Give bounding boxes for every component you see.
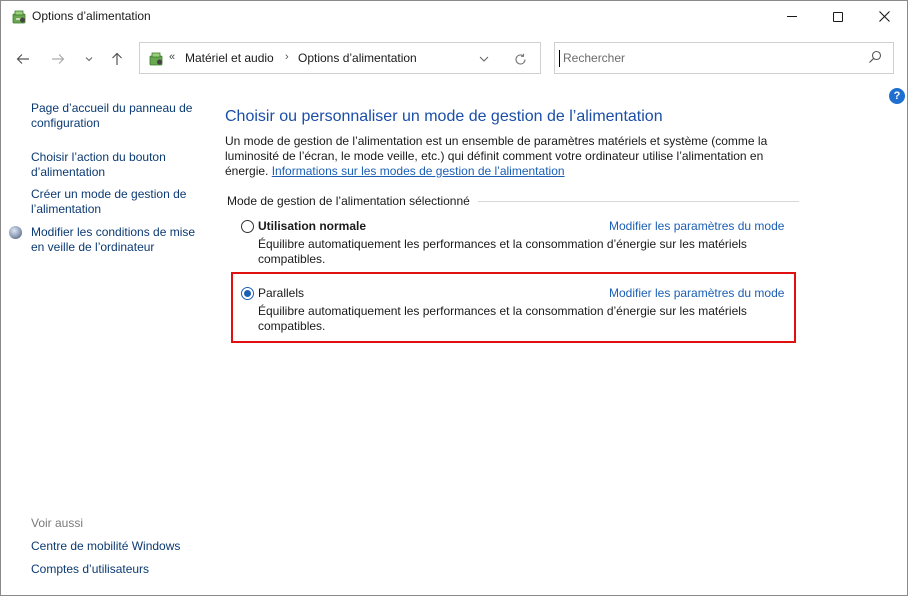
address-history-dropdown[interactable] xyxy=(476,51,492,67)
maximize-icon xyxy=(833,11,843,22)
title-bar: Options d’alimentation xyxy=(1,1,907,32)
arrow-right-icon xyxy=(52,54,65,64)
window: Options d’alimentation « Matériel et aud… xyxy=(0,0,908,596)
sidebar: Page d’accueil du panneau de configurati… xyxy=(1,86,211,595)
sidebar-link-control-panel-home[interactable]: Page d’accueil du panneau de configurati… xyxy=(31,101,206,131)
search-box[interactable] xyxy=(554,42,894,74)
minimize-button[interactable] xyxy=(769,1,815,32)
selection-highlight-box xyxy=(231,272,796,343)
change-plan-settings-link[interactable]: Modifier les paramètres du mode xyxy=(609,219,784,233)
close-icon xyxy=(878,11,890,22)
plan-name[interactable]: Utilisation normale xyxy=(258,219,366,233)
breadcrumb-power-options[interactable]: Options d’alimentation xyxy=(298,51,417,65)
maximize-button[interactable] xyxy=(815,1,861,32)
chevron-down-icon xyxy=(479,56,489,62)
power-options-icon xyxy=(11,9,27,25)
plan-description: Équilibre automatiquement les performanc… xyxy=(258,237,747,266)
address-bar[interactable]: « Matériel et audio › Options d’alimenta… xyxy=(139,42,541,74)
control-panel-icon xyxy=(148,51,164,67)
selected-plan-section-label: Mode de gestion de l’alimentation sélect… xyxy=(227,194,478,208)
intro-text: Un mode de gestion de l’alimentation est… xyxy=(225,134,785,179)
arrow-up-icon xyxy=(112,52,122,65)
arrow-left-icon xyxy=(16,54,29,64)
forward-button[interactable] xyxy=(46,47,70,71)
text-caret xyxy=(559,50,560,67)
search-input[interactable] xyxy=(563,44,858,72)
help-icon[interactable]: ? xyxy=(889,88,905,104)
breadcrumb-overflow[interactable]: « xyxy=(169,51,175,63)
recent-locations-button[interactable] xyxy=(77,47,101,71)
close-button[interactable] xyxy=(861,1,907,32)
back-button[interactable] xyxy=(11,47,35,71)
refresh-icon xyxy=(514,53,526,65)
breadcrumb-hardware-sound[interactable]: Matériel et audio xyxy=(185,51,274,65)
sidebar-link-sleep-settings[interactable]: Modifier les conditions de mise en veill… xyxy=(31,225,206,255)
sidebar-link-mobility-center[interactable]: Centre de mobilité Windows xyxy=(31,539,206,554)
chevron-down-icon xyxy=(85,57,93,62)
page-title: Choisir ou personnaliser un mode de gest… xyxy=(225,108,663,125)
sidebar-link-create-power-plan[interactable]: Créer un mode de gestion de l’alimentati… xyxy=(31,187,206,217)
up-button[interactable] xyxy=(105,47,129,71)
navigation-bar: « Matériel et audio › Options d’alimenta… xyxy=(1,32,907,86)
search-icon[interactable] xyxy=(868,50,884,66)
window-title: Options d’alimentation xyxy=(32,9,151,23)
see-also-heading: Voir aussi xyxy=(31,516,84,530)
power-plans-info-link[interactable]: Informations sur les modes de gestion de… xyxy=(272,164,565,178)
refresh-button[interactable] xyxy=(512,51,528,67)
breadcrumb-separator[interactable]: › xyxy=(285,51,289,63)
moon-icon xyxy=(9,226,22,239)
plan-radio-balanced[interactable] xyxy=(241,220,254,233)
sidebar-link-user-accounts[interactable]: Comptes d’utilisateurs xyxy=(31,562,206,577)
minimize-icon xyxy=(787,16,797,17)
sidebar-link-power-button-action[interactable]: Choisir l’action du bouton d’alimentatio… xyxy=(31,150,206,180)
